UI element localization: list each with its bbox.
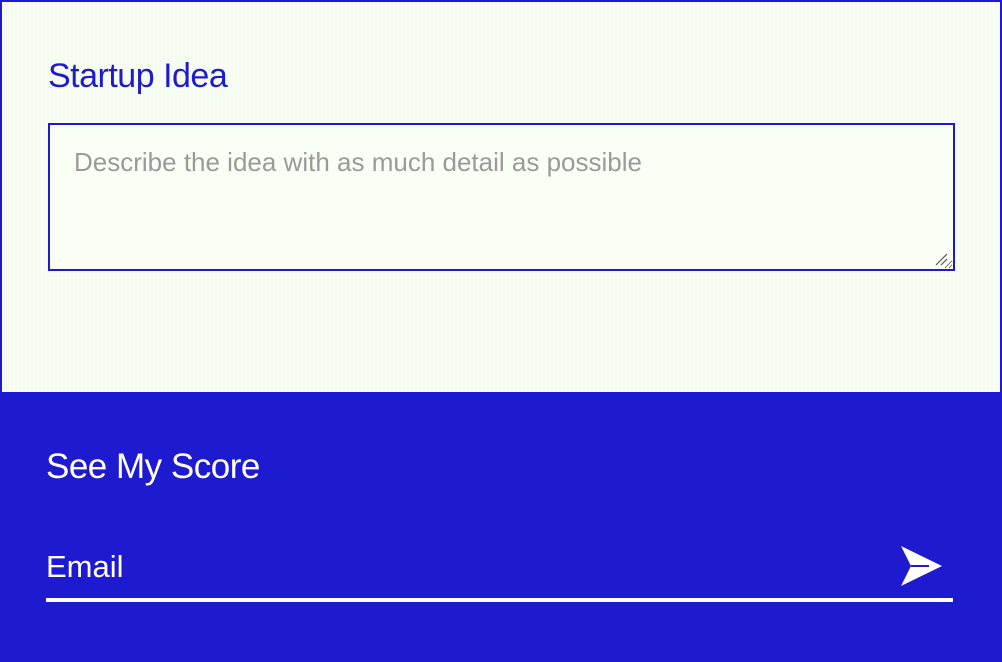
idea-form-panel: Startup Idea [0,0,1002,392]
page: Startup Idea See My Score [0,0,1002,662]
see-my-score-heading: See My Score [46,447,260,486]
email-field-row [46,532,953,602]
startup-idea-textarea[interactable] [48,123,955,271]
submit-button[interactable] [899,544,945,588]
send-arrow-icon [901,546,942,586]
startup-idea-label: Startup Idea [48,57,228,95]
email-input[interactable] [46,542,866,592]
see-my-score-section: See My Score [0,392,1002,662]
